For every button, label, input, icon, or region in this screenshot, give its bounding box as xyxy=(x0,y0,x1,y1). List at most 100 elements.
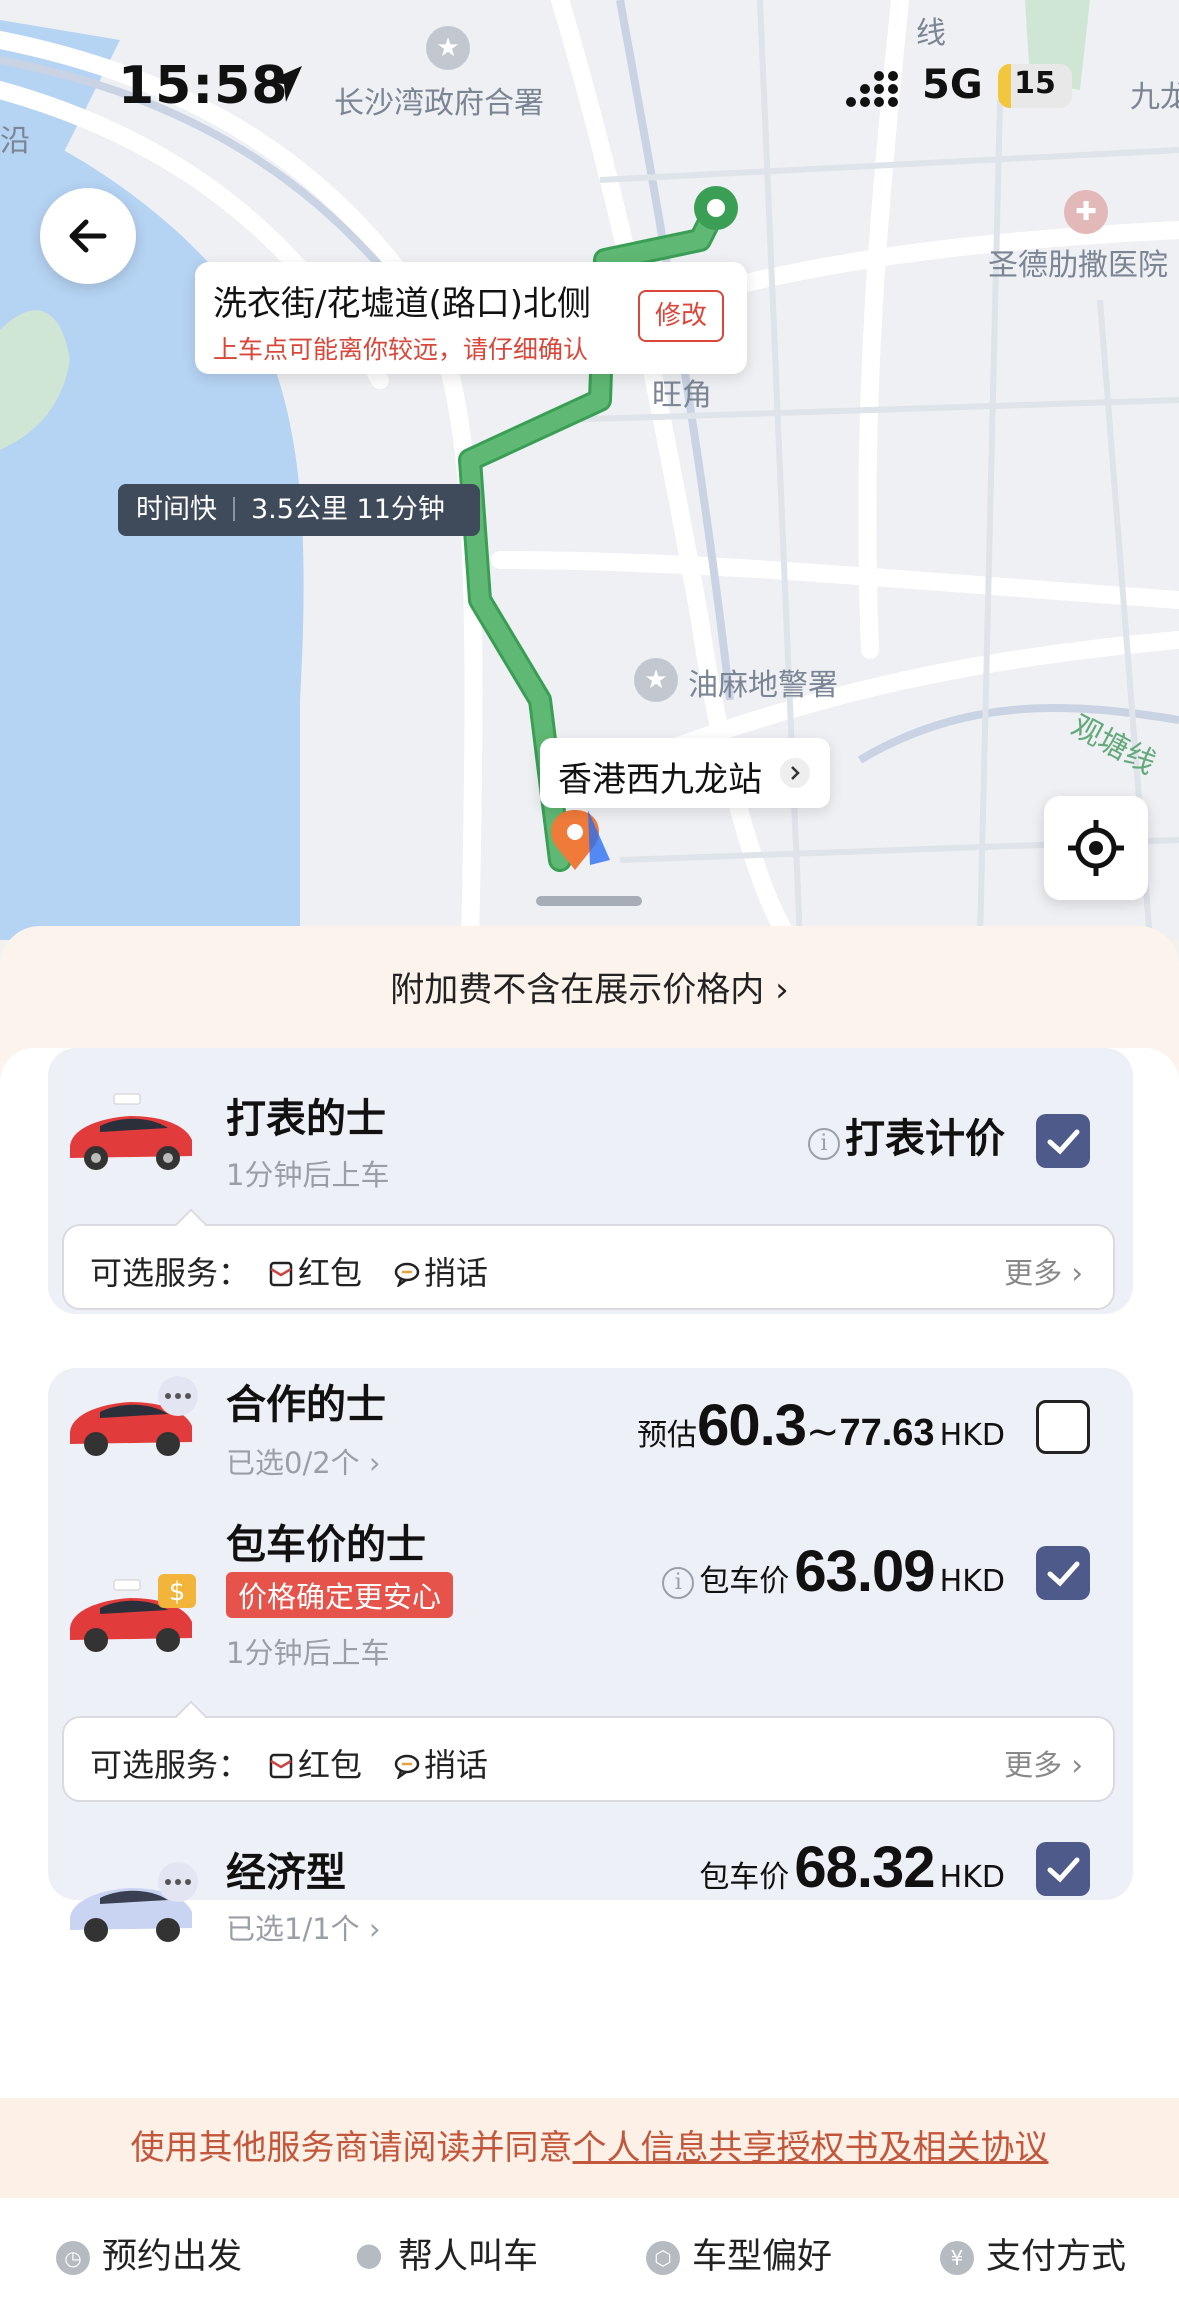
car-preference-button[interactable]: ⬡ 车型偏好 xyxy=(646,2228,832,2279)
map-label-changsha: 长沙湾政府合署 xyxy=(334,86,544,121)
map-label-line: 线 xyxy=(916,16,946,51)
bottom-action-bar: ◷ 预约出发 ● 帮人叫车 ⬡ 车型偏好 ¥ 支付方式 xyxy=(0,2198,1179,2301)
back-button[interactable] xyxy=(40,188,136,284)
metered-price-text: 打表计价 xyxy=(845,1116,1005,1162)
check-icon xyxy=(1047,1857,1080,1883)
poi-star-icon: ★ xyxy=(426,26,470,70)
option-eta: 1分钟后上车 xyxy=(226,1158,390,1192)
chevron-right-icon xyxy=(780,758,810,788)
payment-method-button[interactable]: ¥ 支付方式 xyxy=(940,2228,1126,2279)
consent-prefix: 使用其他服务商请阅读并同意 xyxy=(130,2128,573,2168)
option-price: i 包车价 63.09 HKD xyxy=(662,1538,1005,1605)
map-view[interactable]: ★ 长沙湾政府合署 线 九龙 沿 ✚ 圣德肋撒医院 旺角 ★ 油麻地警署 观塘线… xyxy=(0,0,1179,940)
price-high: 77.63 xyxy=(839,1412,935,1454)
ride-options: 打表的士 1分钟后上车 i 打表计价 可选服务： 红包 捎话 更多 › 合作的士… xyxy=(0,1048,1179,2098)
option-price: i 打表计价 xyxy=(807,1106,1005,1164)
price-label: 包车价 xyxy=(699,1564,790,1599)
option-selected-count[interactable]: 已选1/1个 › xyxy=(226,1906,381,1948)
clock-icon: ◷ xyxy=(56,2241,90,2275)
schedule-ride-button[interactable]: ◷ 预约出发 xyxy=(56,2228,242,2279)
services-more-link[interactable]: 更多 › xyxy=(1004,1742,1083,1784)
map-label-kowloon: 九龙 xyxy=(1130,80,1179,115)
destination-name: 香港西九龙站 xyxy=(558,760,762,800)
consent-agreement-link[interactable]: 个人信息共享授权书及相关协议 xyxy=(573,2128,1049,2168)
info-icon[interactable]: i xyxy=(662,1567,695,1599)
drag-handle[interactable] xyxy=(536,896,642,906)
battery-level: 15 xyxy=(1014,66,1056,101)
pickup-card[interactable]: 洗衣街/花墟道(路口)北侧 上车点可能离你较远，请仔细确认 修改 xyxy=(195,262,747,374)
price-label: 包车价 xyxy=(699,1860,790,1895)
map-label-stteresa: 圣德肋撒医院 xyxy=(988,248,1168,283)
message-service[interactable]: 捎话 xyxy=(394,1248,488,1294)
consent-notice: 使用其他服务商请阅读并同意个人信息共享授权书及相关协议 xyxy=(0,2098,1179,2198)
locate-me-button[interactable] xyxy=(1044,796,1148,900)
pickup-edit-button[interactable]: 修改 xyxy=(638,290,724,342)
services-label: 可选服务： xyxy=(90,1746,251,1784)
optional-services-charter[interactable]: 可选服务： 红包 捎话 更多 › xyxy=(62,1700,1115,1802)
option-price: 包车价 68.32 HKD xyxy=(699,1834,1005,1901)
services-label: 可选服务： xyxy=(90,1254,251,1292)
car-preference-label: 车型偏好 xyxy=(692,2237,833,2277)
check-icon xyxy=(1047,1129,1080,1155)
option-selected-count[interactable]: 已选0/2个 › xyxy=(226,1440,381,1482)
surcharge-note[interactable]: 附加费不含在展示价格内 › xyxy=(0,962,1179,1011)
location-arrow-icon xyxy=(266,66,302,102)
message-service[interactable]: 捎话 xyxy=(394,1740,488,1786)
police-poi-icon: ★ xyxy=(634,658,678,702)
map-label-wangyung: 旺角 xyxy=(652,378,712,413)
option-name: 打表的士 xyxy=(226,1096,386,1142)
option-checkbox[interactable] xyxy=(1036,1400,1090,1454)
option-name: 经济型 xyxy=(226,1850,346,1896)
crosshair-icon xyxy=(1068,820,1124,876)
hospital-icon: ✚ xyxy=(1064,190,1108,234)
option-name: 合作的士 xyxy=(226,1382,386,1428)
schedule-ride-label: 预约出发 xyxy=(102,2237,243,2277)
option-eta: 1分钟后上车 xyxy=(226,1636,390,1670)
price-value: 63.09 xyxy=(794,1539,935,1604)
price-range-sep: ~ xyxy=(805,1409,840,1455)
battery-icon: 15 xyxy=(998,64,1072,108)
option-checkbox[interactable] xyxy=(1036,1842,1090,1896)
price-unit: HKD xyxy=(939,1418,1005,1453)
call-for-others-button[interactable]: ● 帮人叫车 xyxy=(352,2228,538,2279)
destination-card[interactable]: 香港西九龙站 xyxy=(540,738,830,808)
route-detail: 3.5公里 11分钟 xyxy=(251,494,445,525)
message-icon xyxy=(394,1262,420,1287)
yen-icon: ¥ xyxy=(940,2241,974,2275)
price-value: 68.32 xyxy=(794,1835,935,1900)
route-tag: 时间快 3.5公里 11分钟 xyxy=(118,484,480,536)
price-unit: HKD xyxy=(939,1860,1005,1895)
red-packet-icon xyxy=(269,1261,293,1287)
charter-taxi-icon: $ xyxy=(70,1574,196,1652)
person-icon: ● xyxy=(355,2235,383,2273)
route-mode: 时间快 xyxy=(136,494,217,525)
cellular-signal-icon xyxy=(846,71,898,107)
price-unit: HKD xyxy=(939,1564,1005,1599)
price-label: 预估 xyxy=(637,1418,698,1453)
economy-car-icon xyxy=(70,1862,198,1942)
services-more-link[interactable]: 更多 › xyxy=(1004,1250,1083,1292)
optional-services-metered[interactable]: 可选服务： 红包 捎话 更多 › xyxy=(62,1208,1115,1310)
price-low: 60.3 xyxy=(697,1393,807,1458)
option-checkbox[interactable] xyxy=(1036,1114,1090,1168)
red-packet-service[interactable]: 红包 xyxy=(268,1248,362,1294)
price-guarantee-badge: 价格确定更安心 xyxy=(226,1572,454,1618)
message-icon xyxy=(394,1754,420,1779)
partner-taxi-icon xyxy=(70,1376,198,1456)
red-packet-icon xyxy=(269,1753,293,1779)
network-type: 5G xyxy=(922,62,983,108)
route-tag-divider xyxy=(233,497,235,521)
pickup-warning: 上车点可能离你较远，请仔细确认 xyxy=(213,335,589,364)
svg-text:$: $ xyxy=(169,1577,186,1607)
check-icon xyxy=(1047,1561,1080,1587)
red-packet-label: 红包 xyxy=(298,1254,363,1292)
option-price: 预估60.3~77.63 HKD xyxy=(637,1392,1005,1459)
payment-method-label: 支付方式 xyxy=(986,2237,1127,2277)
red-packet-service[interactable]: 红包 xyxy=(268,1740,362,1786)
map-label-coast: 沿 xyxy=(0,124,30,159)
message-label: 捎话 xyxy=(424,1746,489,1784)
map-label-yaumatei: 油麻地警署 xyxy=(688,668,838,703)
option-checkbox[interactable] xyxy=(1036,1546,1090,1600)
info-icon[interactable]: i xyxy=(807,1128,840,1160)
taxi-car-icon xyxy=(70,1093,192,1170)
